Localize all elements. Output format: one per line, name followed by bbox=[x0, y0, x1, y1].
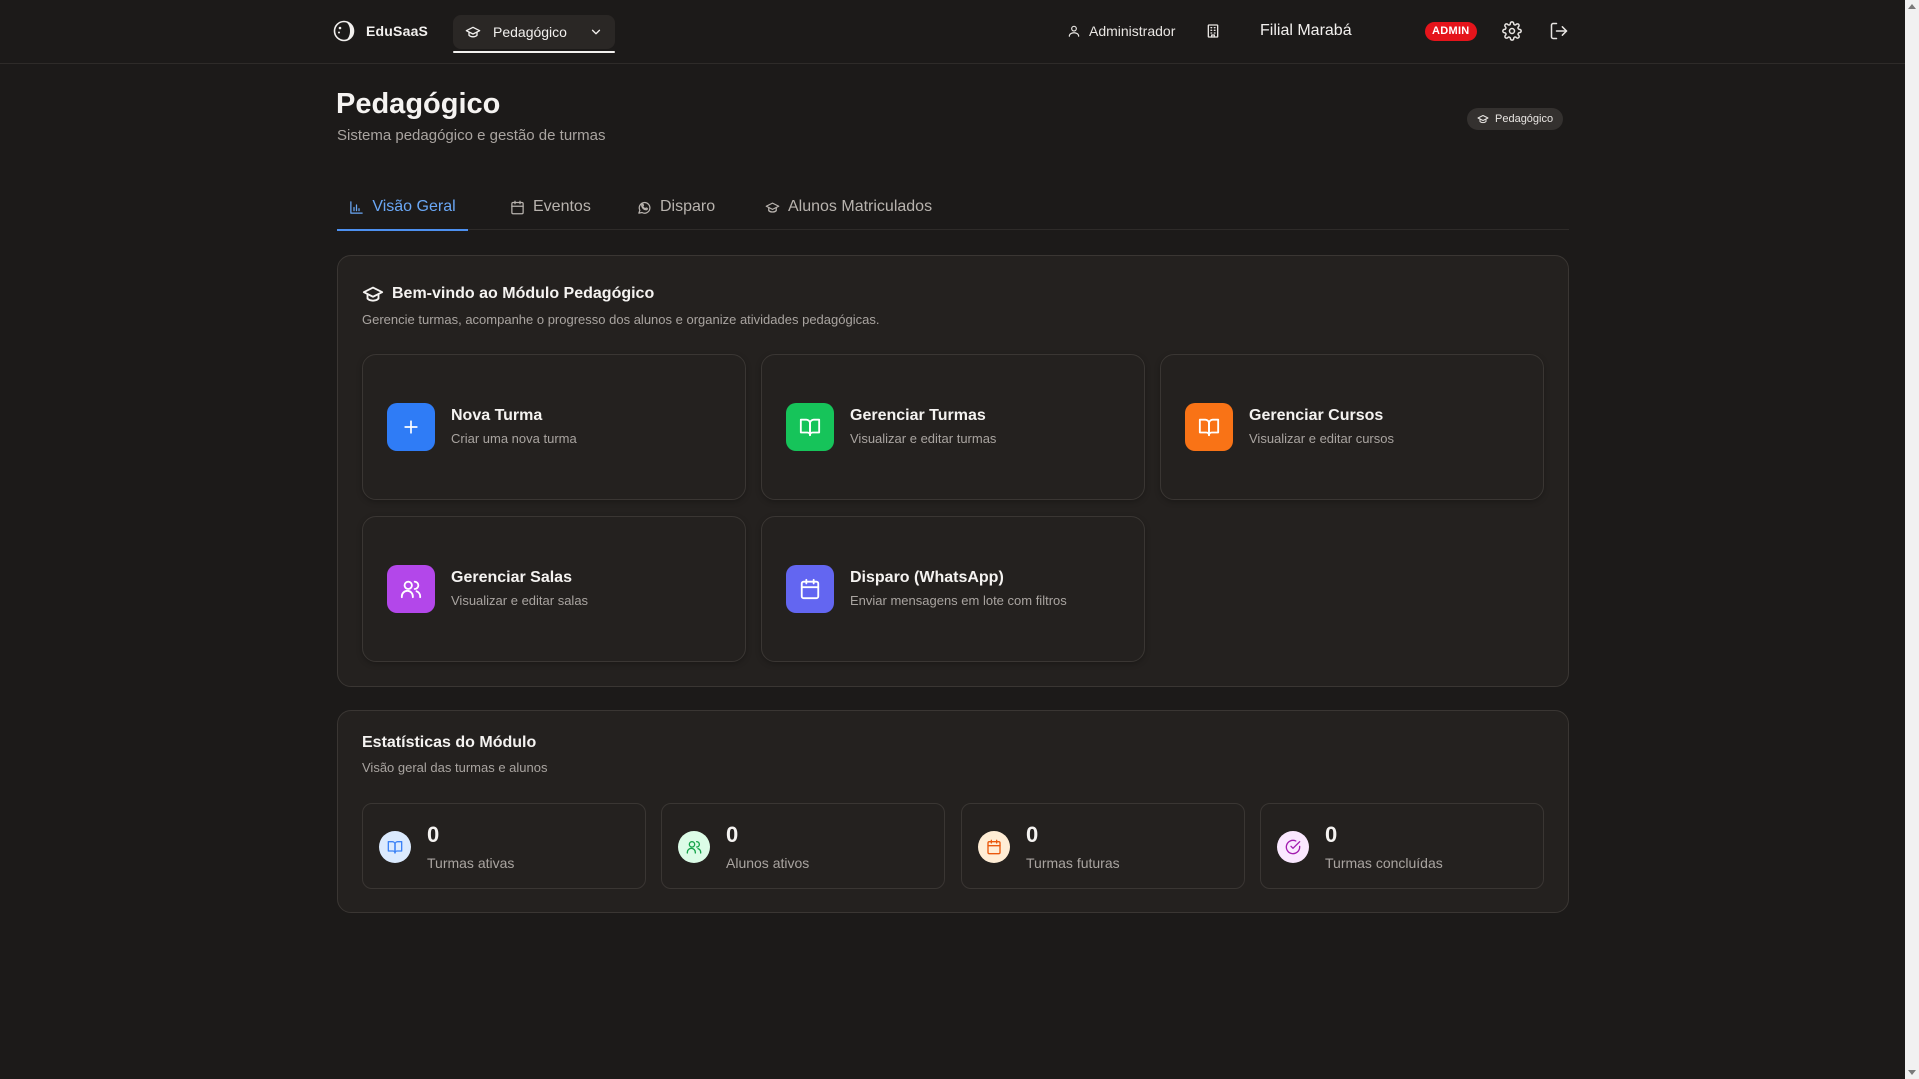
stat-label: Turmas futuras bbox=[1026, 855, 1120, 871]
tab-eventos[interactable]: Eventos bbox=[502, 184, 599, 230]
action-gerenciar-turmas[interactable]: Gerenciar Turmas Visualizar e editar tur… bbox=[761, 354, 1145, 500]
stat-value: 0 bbox=[726, 822, 739, 847]
graduation-cap-icon bbox=[1477, 113, 1489, 125]
app-root: EduSaaS Pedagógico Administrador Filial … bbox=[0, 0, 1919, 1079]
stat-value: 0 bbox=[1325, 822, 1338, 847]
tab-label: Disparo bbox=[660, 198, 716, 215]
action-desc: Visualizar e editar cursos bbox=[1249, 431, 1394, 446]
module-chip: Pedagógico bbox=[1467, 108, 1564, 130]
user-name: Administrador bbox=[1089, 23, 1176, 39]
users-icon bbox=[678, 831, 710, 863]
check-circle-icon bbox=[1277, 831, 1309, 863]
action-title: Gerenciar Salas bbox=[451, 569, 572, 586]
tab-label: Alunos Matriculados bbox=[788, 198, 933, 215]
book-open-icon bbox=[786, 403, 834, 451]
bar-chart-icon bbox=[349, 200, 364, 215]
brand[interactable]: EduSaaS bbox=[333, 20, 428, 42]
brand-name: EduSaaS bbox=[366, 23, 429, 39]
action-desc: Visualizar e editar salas bbox=[451, 593, 589, 608]
action-desc: Criar uma nova turma bbox=[451, 431, 577, 446]
module-switcher[interactable]: Pedagógico bbox=[453, 15, 615, 53]
welcome-subtitle: Gerencie turmas, acompanhe o progresso d… bbox=[362, 312, 880, 327]
stat-alunos-ativos: 0 Alunos ativos bbox=[661, 803, 945, 889]
settings-gear-icon[interactable] bbox=[1502, 21, 1522, 41]
scroll-down-arrow-icon[interactable] bbox=[1908, 1070, 1916, 1075]
module-chip-label: Pedagógico bbox=[1495, 113, 1554, 125]
stat-turmas-concluidas: 0 Turmas concluídas bbox=[1260, 803, 1544, 889]
stat-value: 0 bbox=[1026, 822, 1039, 847]
book-open-icon bbox=[379, 831, 411, 863]
action-title: Nova Turma bbox=[451, 407, 543, 424]
users-icon bbox=[387, 565, 435, 613]
scroll-up-arrow-icon[interactable] bbox=[1908, 4, 1916, 9]
calendar-icon bbox=[510, 200, 525, 215]
welcome-title: Bem-vindo ao Módulo Pedagógico bbox=[362, 283, 654, 305]
action-title: Gerenciar Cursos bbox=[1249, 407, 1384, 424]
action-disparo-whatsapp[interactable]: Disparo (WhatsApp) Enviar mensagens em l… bbox=[761, 516, 1145, 662]
logout-icon[interactable] bbox=[1549, 21, 1569, 41]
chevron-down-icon bbox=[589, 25, 603, 39]
stat-label: Turmas concluídas bbox=[1325, 855, 1443, 871]
graduation-cap-icon bbox=[465, 24, 481, 40]
action-title: Gerenciar Turmas bbox=[850, 407, 986, 424]
stat-turmas-futuras: 0 Turmas futuras bbox=[961, 803, 1245, 889]
action-gerenciar-salas[interactable]: Gerenciar Salas Visualizar e editar sala… bbox=[362, 516, 746, 662]
book-open-icon bbox=[1185, 403, 1233, 451]
building-icon[interactable] bbox=[1205, 23, 1221, 39]
module-switcher-label: Pedagógico bbox=[493, 24, 567, 40]
tab-label: Eventos bbox=[533, 198, 591, 215]
plus-icon bbox=[387, 403, 435, 451]
action-desc: Visualizar e editar turmas bbox=[850, 431, 997, 446]
welcome-card: Bem-vindo ao Módulo Pedagógico Gerencie … bbox=[337, 255, 1569, 687]
branch-name[interactable]: Filial Marabá bbox=[1260, 22, 1352, 40]
tab-bar: Visão Geral Eventos Disparo Alunos Matri… bbox=[337, 184, 1569, 231]
page-subtitle: Sistema pedagógico e gestão de turmas bbox=[337, 127, 606, 144]
stat-label: Alunos ativos bbox=[726, 855, 810, 871]
tab-alunos-matriculados[interactable]: Alunos Matriculados bbox=[757, 184, 940, 230]
page-title: Pedagógico bbox=[336, 88, 501, 120]
action-nova-turma[interactable]: Nova Turma Criar uma nova turma bbox=[362, 354, 746, 500]
stats-title: Estatísticas do Módulo bbox=[362, 734, 537, 751]
stat-turmas-ativas: 0 Turmas ativas bbox=[362, 803, 646, 889]
top-navbar: EduSaaS Pedagógico Administrador Filial … bbox=[0, 0, 1905, 64]
whatsapp-icon bbox=[637, 200, 652, 215]
action-gerenciar-cursos[interactable]: Gerenciar Cursos Visualizar e editar cur… bbox=[1160, 354, 1544, 500]
brand-logo-icon bbox=[333, 20, 355, 42]
graduation-cap-icon bbox=[362, 283, 384, 305]
action-desc: Enviar mensagens em lote com filtros bbox=[850, 593, 1067, 608]
welcome-title-text: Bem-vindo ao Módulo Pedagógico bbox=[392, 285, 655, 302]
tab-disparo[interactable]: Disparo bbox=[629, 184, 723, 230]
stats-subtitle: Visão geral das turmas e alunos bbox=[362, 760, 548, 775]
stat-label: Turmas ativas bbox=[427, 855, 515, 871]
page-scrollbar[interactable] bbox=[1905, 0, 1919, 1079]
user-icon bbox=[1067, 24, 1081, 38]
role-badge: ADMIN bbox=[1425, 22, 1477, 41]
tab-label: Visão Geral bbox=[372, 198, 456, 215]
calendar-icon bbox=[786, 565, 834, 613]
stats-card: Estatísticas do Módulo Visão geral das t… bbox=[337, 710, 1569, 913]
graduation-cap-icon bbox=[765, 200, 780, 215]
tab-visao-geral[interactable]: Visão Geral bbox=[337, 184, 468, 231]
user-menu[interactable]: Administrador bbox=[1067, 23, 1175, 39]
calendar-icon bbox=[978, 831, 1010, 863]
stat-value: 0 bbox=[427, 822, 440, 847]
action-title: Disparo (WhatsApp) bbox=[850, 569, 1004, 586]
